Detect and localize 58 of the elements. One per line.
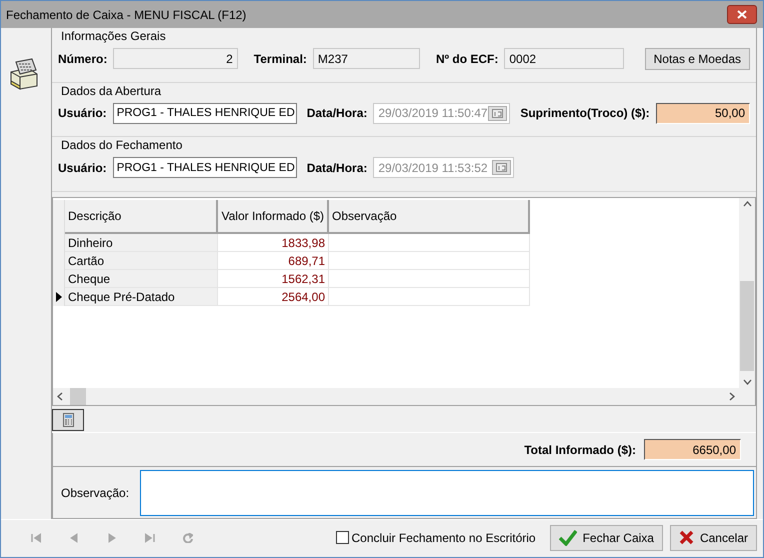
field-label: Observação: (61, 486, 130, 500)
close-register-button[interactable]: Fechar Caixa (550, 524, 663, 550)
table-cell: Cheque (65, 270, 218, 288)
readonly-field: 2 (113, 48, 238, 69)
date-value: 29/03/2019 11:50:47 (378, 106, 488, 120)
field-label: Usuário: (58, 160, 107, 175)
field-label: Nº do ECF: (436, 52, 498, 66)
field-label: Data/Hora: (306, 106, 368, 120)
table-cell: 2564,00 (218, 288, 329, 306)
row-selector[interactable] (53, 288, 65, 306)
amount-field[interactable]: 50,00 (656, 102, 750, 124)
table-cell: 1562,31 (218, 270, 329, 288)
calendar-button[interactable] (492, 160, 512, 176)
user-field[interactable]: PROG1 - THALES HENRIQUE ED (112, 102, 297, 124)
window-title: Fechamento de Caixa - MENU FISCAL (F12) (6, 8, 246, 22)
table-cell: Cheque Pré-Datado (65, 288, 218, 306)
close-icon (737, 10, 747, 19)
section-title: Informações Gerais (60, 28, 167, 45)
table-cell: Dinheiro (65, 234, 218, 252)
date-value: 29/03/2019 11:53:52 (378, 160, 488, 175)
readonly-field: M237 (312, 48, 420, 69)
calendar-icon (496, 163, 508, 172)
x-icon (678, 530, 694, 545)
notes-button[interactable]: Notas e Moedas (644, 48, 750, 70)
cancel-button[interactable]: Cancelar (670, 524, 757, 550)
vertical-scrollbar[interactable] (739, 198, 755, 388)
table-cell: 689,71 (218, 252, 329, 270)
field-label: Data/Hora: (306, 160, 368, 175)
calculator-icon (62, 412, 74, 427)
scroll-thumb[interactable] (70, 388, 86, 405)
readonly-field: 0002 (504, 48, 624, 69)
table-cell: Cartão (65, 252, 218, 270)
checkbox-label: Concluir Fechamento no Escritório (352, 530, 536, 544)
column-header[interactable]: Valor Informado ($) (218, 200, 329, 234)
checkbox[interactable] (336, 531, 349, 544)
field-label: Usuário: (58, 106, 107, 120)
section-title: Dados da Abertura (60, 82, 162, 100)
observation-field[interactable] (140, 470, 754, 516)
cash-register-icon (8, 58, 40, 90)
header-corner (53, 200, 65, 234)
column-header[interactable]: Observação (329, 200, 530, 234)
field-label: Total Informado ($): (524, 442, 636, 457)
field-label: Terminal: (254, 52, 307, 66)
row-pointer-icon (56, 292, 62, 302)
check-icon (558, 530, 577, 546)
total-field: 6650,00 (644, 439, 741, 460)
calendar-button[interactable] (488, 106, 508, 121)
field-label: Suprimento(Troco) ($): (520, 106, 650, 120)
horizontal-scrollbar[interactable] (53, 388, 739, 405)
scroll-thumb[interactable] (740, 280, 754, 371)
user-field[interactable]: PROG1 - THALES HENRIQUE ED (112, 157, 297, 178)
close-button[interactable] (727, 5, 757, 24)
calendar-icon (492, 108, 504, 118)
table-cell: 1833,98 (218, 234, 329, 252)
field-label: Número: (58, 52, 108, 66)
column-header[interactable]: Descrição (65, 200, 218, 234)
section-title: Dados do Fechamento (60, 137, 184, 154)
calculator-button[interactable] (52, 408, 84, 431)
